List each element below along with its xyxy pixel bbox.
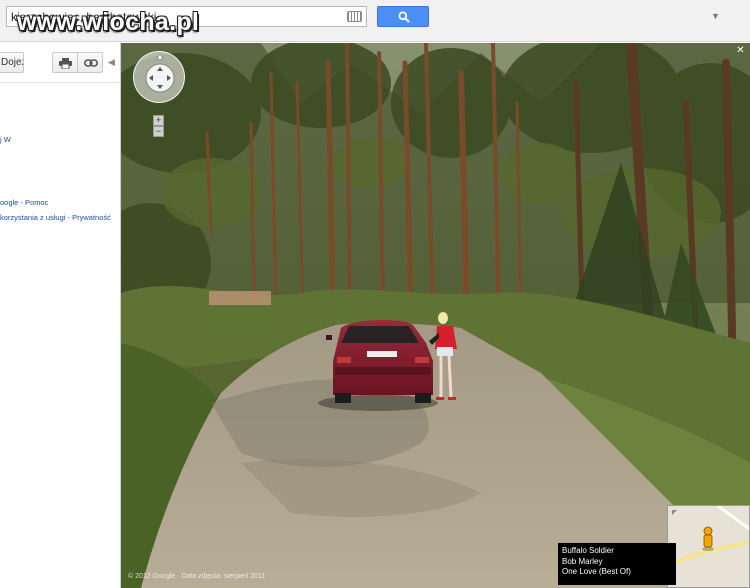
navigation-control-icon[interactable] <box>133 51 185 103</box>
now-playing-album: One Love (Best Of) <box>562 567 631 576</box>
panel-result-text[interactable]: j W <box>0 135 11 144</box>
now-playing-artist: Bob Marley <box>562 556 603 566</box>
street-view-panorama[interactable]: ✕ + − Buffalo Soldier Bob Marley One Lov… <box>121 43 750 588</box>
pan-arrows <box>145 53 175 93</box>
directions-button-label: Dojeżdżaj <box>1 57 23 68</box>
minimap[interactable] <box>667 505 750 588</box>
search-icon <box>398 11 410 23</box>
link-button[interactable] <box>77 52 103 73</box>
link-icon <box>84 59 98 67</box>
print-button[interactable] <box>52 52 78 73</box>
zoom-out-button[interactable]: − <box>153 126 164 137</box>
red-car <box>326 319 433 403</box>
left-panel: Dojeżdżaj ◀ j W oogle - Pomoc korzystani… <box>0 43 121 588</box>
chevron-down-icon[interactable]: ▼ <box>711 11 720 21</box>
search-button[interactable] <box>377 6 429 27</box>
watermark: www.wiocha.pl <box>17 8 200 36</box>
close-icon[interactable]: ✕ <box>735 46 746 57</box>
help-link[interactable]: oogle - Pomoc <box>0 198 48 207</box>
panel-toolbar: Dojeżdżaj ◀ <box>0 43 121 83</box>
zoom-in-button[interactable]: + <box>153 115 164 126</box>
collapse-panel-icon[interactable]: ◀ <box>108 57 115 68</box>
keyboard-icon[interactable] <box>347 11 362 22</box>
now-playing-box: Buffalo Soldier Bob Marley One Love (Bes… <box>558 543 676 585</box>
minimap-roads <box>668 506 749 587</box>
print-icon <box>59 58 72 69</box>
now-playing-title: Buffalo Soldier <box>562 546 614 555</box>
terms-privacy-link[interactable]: korzystania z usługi - Prywatność <box>0 213 111 222</box>
copyright-text: © 2012 Google · Data zdjęcia: sierpień 2… <box>128 573 266 580</box>
directions-button[interactable]: Dojeżdżaj <box>0 52 24 73</box>
forest-road-scene <box>121 43 750 588</box>
